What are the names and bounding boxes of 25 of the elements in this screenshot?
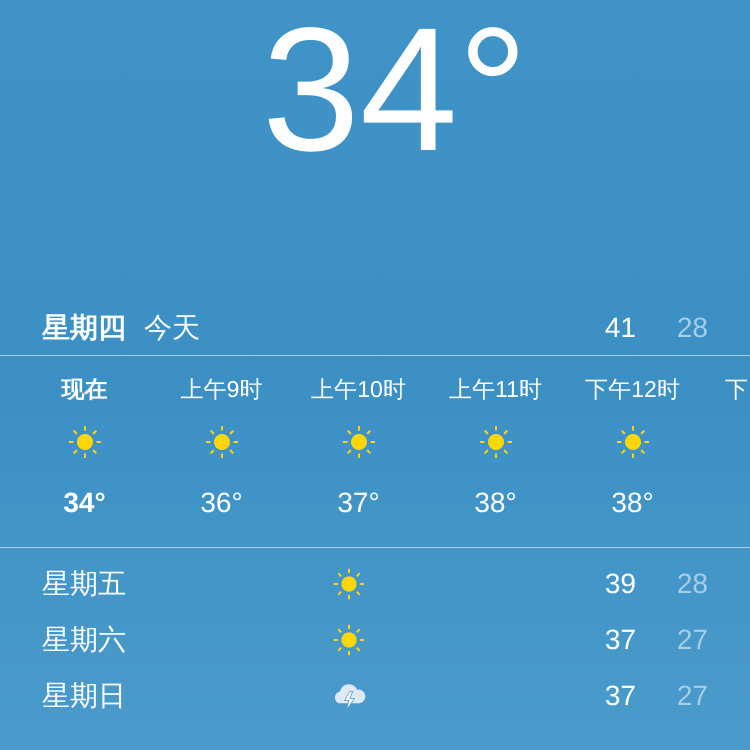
hour-label: 上午10时 [311,375,406,402]
hour-temperature: 38° [611,486,654,520]
low-temperature: 27 [676,679,708,713]
high-temperature: 37 [604,623,636,657]
low-temperature: 28 [676,310,708,344]
high-temperature: 37 [604,679,636,713]
high-temperature: 41 [604,310,636,344]
today-day: 星期四 [42,306,126,348]
hour-label: 上午11时 [449,375,542,402]
low-temperature: 28 [676,567,708,601]
hour-label: 现在 [62,375,108,402]
low-temperature: 27 [676,623,708,657]
hour-temperature: 38° [474,486,517,520]
hour-temperature: 37° [337,486,380,520]
today-label: 今天 [144,310,200,344]
current-temperature: 34° [260,2,528,190]
day-name: 星期六 [42,623,127,657]
day-name: 星期五 [42,567,127,601]
hour-temperature: 34° [63,486,106,520]
high-temperature: 39 [604,567,636,601]
hour-label: 下 [724,375,748,402]
hour-temperature: 36° [200,486,243,520]
hour-label: 上午9时 [180,375,262,402]
hour-label: 下午12时 [585,375,680,402]
day-name: 星期日 [42,679,127,713]
